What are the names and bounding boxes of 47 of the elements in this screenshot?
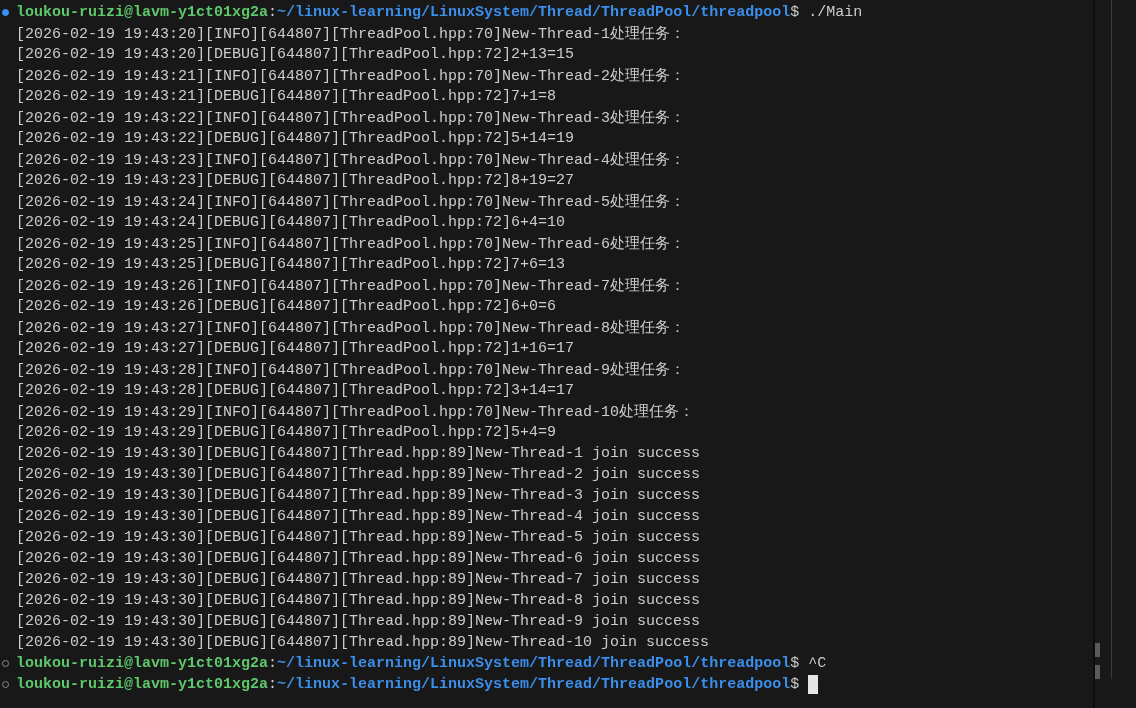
scrollbar-marker bbox=[1095, 643, 1100, 657]
output-line: [2026-02-19 19:43:21][INFO][644807][ThreadPool.hpp:70]New-Thread-2处理任务： bbox=[16, 66, 686, 85]
output-line: [2026-02-19 19:43:29][INFO][644807][ThreadPool.hpp:70]New-Thread-10处理任务： bbox=[16, 402, 695, 421]
output-line: [2026-02-19 19:43:30][DEBUG][644807][Thread.hpp:89]New-Thread-10 join success bbox=[16, 634, 710, 651]
output-line: [2026-02-19 19:43:22][INFO][644807][ThreadPool.hpp:70]New-Thread-3处理任务： bbox=[16, 108, 686, 127]
output-line: [2026-02-19 19:43:30][DEBUG][644807][Thread.hpp:89]New-Thread-1 join success bbox=[16, 445, 701, 462]
output-line: [2026-02-19 19:43:25][INFO][644807][ThreadPool.hpp:70]New-Thread-6处理任务： bbox=[16, 234, 686, 253]
output-line: [2026-02-19 19:43:22][DEBUG][644807][ThreadPool.hpp:72]5+14=19 bbox=[16, 130, 575, 147]
output-line: [2026-02-19 19:43:26][DEBUG][644807][ThreadPool.hpp:72]6+0=6 bbox=[16, 298, 557, 315]
output-line: [2026-02-19 19:43:30][DEBUG][644807][Thread.hpp:89]New-Thread-7 join success bbox=[16, 571, 701, 588]
command-text: ^C bbox=[808, 655, 827, 672]
prompt-separator: : bbox=[268, 655, 278, 672]
output-line: [2026-02-19 19:43:24][DEBUG][644807][ThreadPool.hpp:72]6+4=10 bbox=[16, 214, 566, 231]
output-line: [2026-02-19 19:43:28][INFO][644807][ThreadPool.hpp:70]New-Thread-9处理任务： bbox=[16, 360, 686, 379]
output-line: [2026-02-19 19:43:24][INFO][644807][ThreadPool.hpp:70]New-Thread-5处理任务： bbox=[16, 192, 686, 211]
output-line: [2026-02-19 19:43:27][INFO][644807][ThreadPool.hpp:70]New-Thread-8处理任务： bbox=[16, 318, 686, 337]
output-line: [2026-02-19 19:43:30][DEBUG][644807][Thread.hpp:89]New-Thread-6 join success bbox=[16, 550, 701, 567]
output-line: [2026-02-19 19:43:20][INFO][644807][ThreadPool.hpp:70]New-Thread-1处理任务： bbox=[16, 24, 686, 43]
prompt-path: ~/linux-learning/LinuxSystem/Thread/ThreadPool/threadpool bbox=[277, 4, 791, 21]
output-line: [2026-02-19 19:43:27][DEBUG][644807][ThreadPool.hpp:72]1+16=17 bbox=[16, 340, 575, 357]
output-line: [2026-02-19 19:43:26][INFO][644807][ThreadPool.hpp:70]New-Thread-7处理任务： bbox=[16, 276, 686, 295]
prompt-separator: : bbox=[268, 4, 278, 21]
prompt-symbol: $ bbox=[790, 676, 800, 693]
output-line: [2026-02-19 19:43:29][DEBUG][644807][ThreadPool.hpp:72]5+4=9 bbox=[16, 424, 557, 441]
output-line: [2026-02-19 19:43:25][DEBUG][644807][ThreadPool.hpp:72]7+6=13 bbox=[16, 256, 566, 273]
output-line: [2026-02-19 19:43:23][DEBUG][644807][ThreadPool.hpp:72]8+19=27 bbox=[16, 172, 575, 189]
output-line: [2026-02-19 19:43:30][DEBUG][644807][Thread.hpp:89]New-Thread-3 join success bbox=[16, 487, 701, 504]
output-line: [2026-02-19 19:43:21][DEBUG][644807][ThreadPool.hpp:72]7+1=8 bbox=[16, 88, 557, 105]
output-line: [2026-02-19 19:43:30][DEBUG][644807][Thread.hpp:89]New-Thread-5 join success bbox=[16, 529, 701, 546]
scrollbar-marker bbox=[1095, 665, 1100, 679]
output-line: [2026-02-19 19:43:20][DEBUG][644807][ThreadPool.hpp:72]2+13=15 bbox=[16, 46, 575, 63]
prompt-path: ~/linux-learning/LinuxSystem/Thread/ThreadPool/threadpool bbox=[277, 676, 791, 693]
prompt-user: loukou-ruizi@lavm-y1ct01xg2a bbox=[16, 676, 269, 693]
output-line: [2026-02-19 19:43:30][DEBUG][644807][Thread.hpp:89]New-Thread-2 join success bbox=[16, 466, 701, 483]
output-line: [2026-02-19 19:43:30][DEBUG][644807][Thread.hpp:89]New-Thread-9 join success bbox=[16, 613, 701, 630]
prompt-separator: : bbox=[268, 676, 278, 693]
output-line: [2026-02-19 19:43:23][INFO][644807][ThreadPool.hpp:70]New-Thread-4处理任务： bbox=[16, 150, 686, 169]
command-text: ./Main bbox=[808, 4, 863, 21]
output-line: [2026-02-19 19:43:28][DEBUG][644807][ThreadPool.hpp:72]3+14=17 bbox=[16, 382, 575, 399]
command-status-icon[interactable] bbox=[2, 9, 9, 16]
output-line: [2026-02-19 19:43:30][DEBUG][644807][Thread.hpp:89]New-Thread-8 join success bbox=[16, 592, 701, 609]
prompt-symbol: $ bbox=[790, 655, 800, 672]
prompt-path: ~/linux-learning/LinuxSystem/Thread/ThreadPool/threadpool bbox=[277, 655, 791, 672]
output-line: [2026-02-19 19:43:30][DEBUG][644807][Thread.hpp:89]New-Thread-4 join success bbox=[16, 508, 701, 525]
prompt-user: loukou-ruizi@lavm-y1ct01xg2a bbox=[16, 655, 269, 672]
prompt-user: loukou-ruizi@lavm-y1ct01xg2a bbox=[16, 4, 269, 21]
prompt-symbol: $ bbox=[790, 4, 800, 21]
